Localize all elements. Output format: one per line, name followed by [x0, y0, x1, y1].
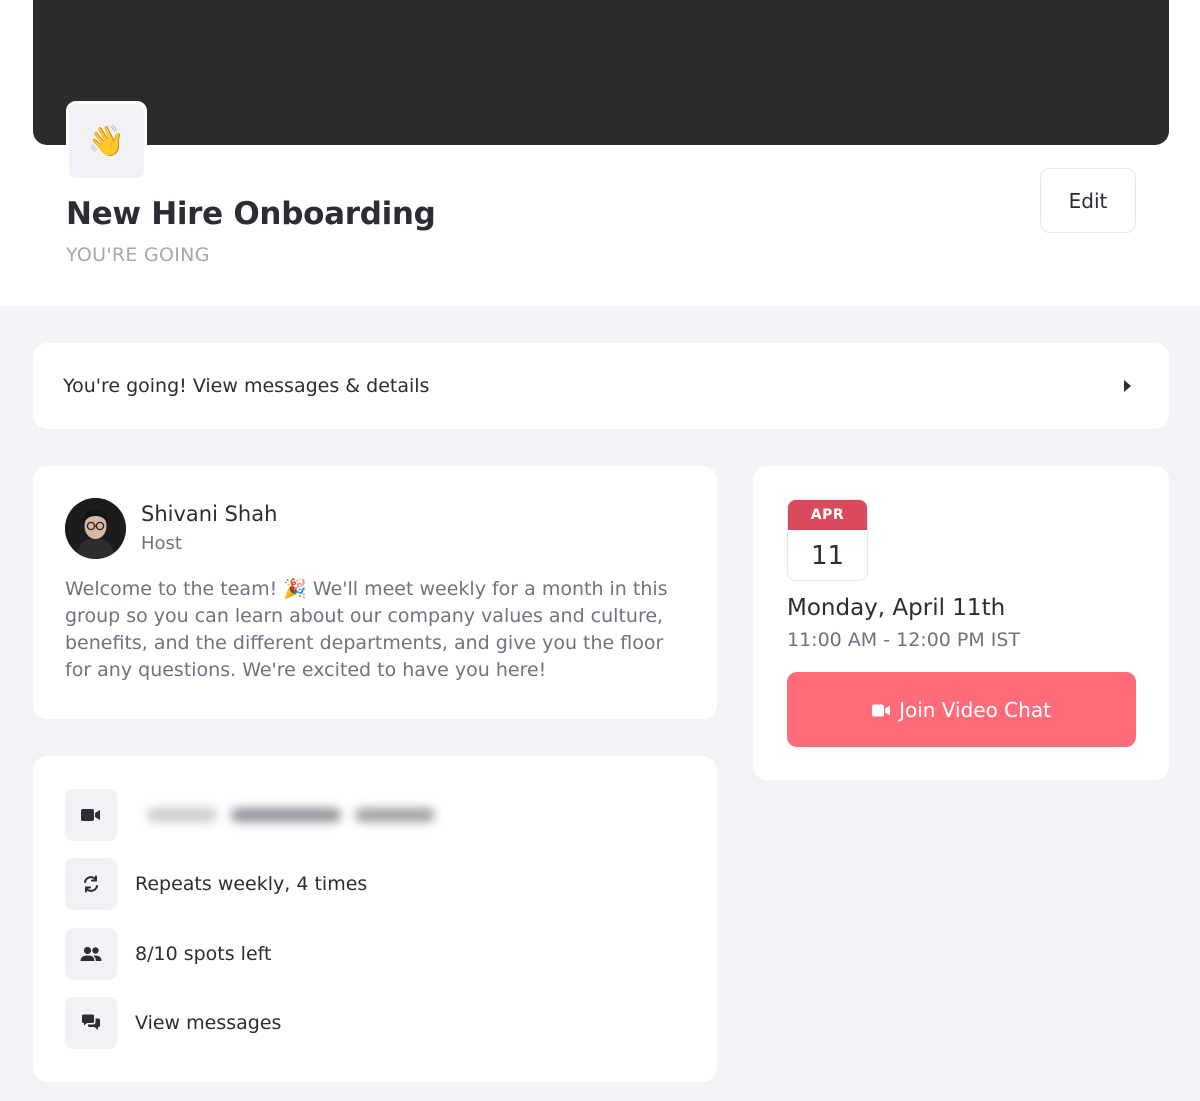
event-info-card: Repeats weekly, 4 times 8/10 spots left … [33, 756, 717, 1082]
host-role: Host [141, 533, 182, 554]
event-date: Monday, April 11th [787, 595, 1006, 621]
calendar-badge: APR 11 [787, 499, 868, 581]
rsvp-status: YOU'RE GOING [66, 244, 210, 266]
join-video-chat-label: Join Video Chat [899, 697, 1051, 722]
calendar-day: 11 [810, 541, 845, 571]
host-card: Shivani Shah Host Welcome to the team! 🎉… [33, 466, 717, 719]
blurred-video-link[interactable] [147, 800, 467, 830]
recurrence-row: Repeats weekly, 4 times [65, 858, 367, 910]
event-emoji: 👋 [87, 123, 126, 159]
caret-right-icon [1124, 380, 1131, 392]
schedule-card: APR 11 Monday, April 11th 11:00 AM - 12:… [753, 466, 1169, 780]
people-icon [65, 928, 117, 980]
details-bar-label: You're going! View messages & details [63, 375, 430, 397]
view-messages-label: View messages [135, 1012, 282, 1034]
video-link-row[interactable] [65, 789, 467, 841]
host-name[interactable]: Shivani Shah [141, 502, 277, 526]
event-header: 👋 New Hire Onboarding YOU'RE GOING Edit [0, 0, 1200, 306]
view-messages-row[interactable]: View messages [65, 997, 281, 1049]
spots-row: 8/10 spots left [65, 928, 271, 980]
chat-bubbles-icon [65, 997, 117, 1049]
edit-button[interactable]: Edit [1040, 168, 1136, 233]
event-time: 11:00 AM - 12:00 PM IST [787, 629, 1021, 651]
recurrence-label: Repeats weekly, 4 times [135, 873, 368, 895]
avatar[interactable] [65, 498, 126, 559]
repeat-icon [65, 858, 117, 910]
event-description: Welcome to the team! 🎉 We'll meet weekly… [65, 578, 668, 681]
video-camera-icon [872, 698, 891, 722]
view-details-bar[interactable]: You're going! View messages & details [33, 343, 1169, 429]
spots-left-label: 8/10 spots left [135, 943, 272, 965]
cover-image [33, 0, 1169, 145]
page-title: New Hire Onboarding [66, 196, 436, 232]
calendar-month: APR [788, 500, 867, 530]
waving-hand-icon: 👋 [66, 101, 147, 181]
video-camera-icon [65, 789, 117, 841]
join-video-chat-button[interactable]: Join Video Chat [787, 672, 1136, 747]
